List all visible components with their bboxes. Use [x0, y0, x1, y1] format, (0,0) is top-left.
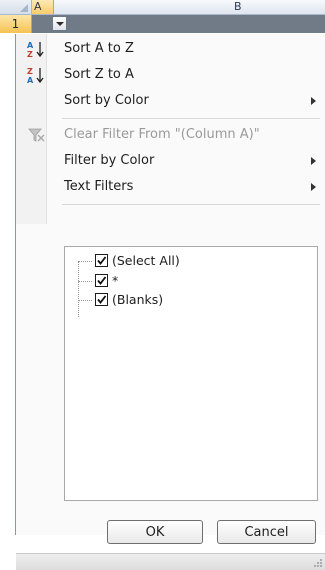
menu-label-sort-a-to-z: Sort A to Z [64, 41, 134, 56]
menu-item-text-filters[interactable]: Text Filters [16, 174, 325, 200]
row-1-cells [0, 15, 325, 33]
menu-label-clear-filter: Clear Filter From "(Column A)" [64, 127, 260, 142]
menu-item-clear-filter: Clear Filter From "(Column A)" [16, 122, 325, 148]
sort-ascending-icon: A Z [27, 41, 44, 58]
menu-label-sort-z-to-a: Sort Z to A [64, 67, 134, 82]
row-header-1[interactable]: 1 [0, 15, 32, 33]
ok-button[interactable]: OK [107, 520, 203, 544]
svg-text:A: A [27, 41, 34, 50]
tree-line [78, 300, 92, 301]
svg-text:Z: Z [27, 67, 33, 76]
checklist-label: (Select All) [112, 253, 180, 268]
corner-triangle-icon [20, 4, 28, 12]
svg-text:Z: Z [27, 50, 33, 58]
submenu-arrow-icon [311, 97, 316, 105]
sort-descending-icon: Z A [27, 67, 44, 84]
menu-label-sort-by-color: Sort by Color [64, 93, 149, 108]
autofilter-menu: A Z Sort A to Z Z A Sort Z to A Sort by … [15, 34, 325, 570]
menu-separator [62, 204, 320, 205]
tree-line [78, 261, 92, 262]
resize-bar [16, 553, 325, 570]
menu-item-sort-a-to-z[interactable]: A Z Sort A to Z [16, 36, 325, 62]
checkbox-checked-icon[interactable] [95, 254, 108, 267]
column-header-b[interactable]: B [54, 0, 325, 14]
tree-line [78, 261, 79, 317]
menu-item-sort-z-to-a[interactable]: Z A Sort Z to A [16, 62, 325, 88]
menu-label-text-filters: Text Filters [64, 179, 134, 194]
checklist-label: (Blanks) [112, 292, 164, 307]
svg-text:A: A [27, 76, 34, 84]
checkbox-checked-icon[interactable] [95, 274, 108, 287]
column-a-label: A [34, 0, 42, 13]
column-b-label: B [234, 0, 242, 13]
autofilter-dropdown-button[interactable] [52, 16, 67, 31]
tree-line [78, 281, 92, 282]
menu-item-filter-by-color[interactable]: Filter by Color [16, 148, 325, 174]
submenu-arrow-icon [311, 183, 316, 191]
resize-grip-icon[interactable] [313, 558, 323, 568]
cancel-button[interactable]: Cancel [217, 520, 316, 544]
column-header-a[interactable]: A [32, 0, 54, 14]
submenu-arrow-icon [311, 157, 316, 165]
menu-label-filter-by-color: Filter by Color [64, 153, 155, 168]
menu-item-sort-by-color[interactable]: Sort by Color [16, 88, 325, 114]
checkbox-checked-icon[interactable] [95, 293, 108, 306]
clear-filter-icon [28, 128, 45, 142]
menu-separator [62, 118, 320, 119]
dropdown-arrow-icon [56, 22, 64, 26]
checklist-label: * [112, 273, 119, 288]
select-all-corner[interactable] [0, 0, 32, 14]
filter-values-list[interactable]: (Select All) * (Blanks) [64, 246, 318, 501]
